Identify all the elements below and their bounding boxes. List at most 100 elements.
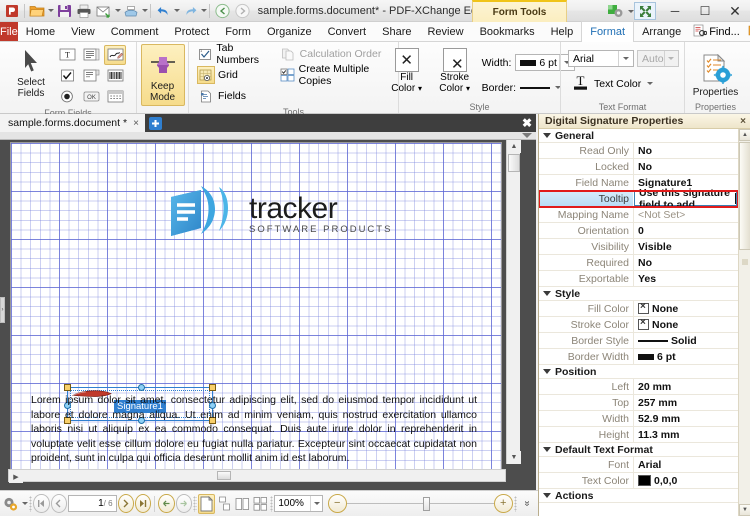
grid-toggle[interactable]: Grid [197, 65, 273, 85]
new-tab-button[interactable] [145, 114, 167, 132]
toolbar-grip-1[interactable] [28, 495, 33, 512]
properties-button[interactable]: Properties [689, 48, 743, 98]
list-box-icon[interactable] [80, 45, 102, 65]
resize-handle-top-center[interactable] [138, 384, 145, 391]
save-icon[interactable] [54, 1, 74, 21]
zoom-level-combo[interactable]: 100% [274, 495, 323, 512]
app-logo-icon[interactable] [2, 1, 22, 21]
property-value-wrap[interactable]: Solid [633, 333, 738, 348]
property-value[interactable]: 11.3 mm [633, 427, 738, 442]
horizontal-scroll-thumb[interactable] [217, 471, 232, 480]
property-row-text-color[interactable]: Text Color 0,0,0 [539, 473, 738, 489]
forward-icon[interactable] [232, 1, 252, 21]
tab-bookmarks[interactable]: Bookmarks [472, 22, 543, 41]
navigate-forward-button[interactable] [175, 494, 193, 513]
calculation-order-toggle[interactable]: Calculation Order [279, 44, 394, 64]
previous-page-button[interactable] [50, 494, 68, 513]
fields-toggle[interactable]: Fields [197, 86, 273, 106]
tab-file[interactable]: File [0, 22, 18, 41]
property-value-wrap[interactable]: None [633, 317, 738, 332]
continuous-page-view-button[interactable] [216, 494, 233, 514]
property-value[interactable]: 52.9 mm [633, 411, 738, 426]
tab-convert[interactable]: Convert [320, 22, 375, 41]
text-color-caret-icon[interactable] [647, 82, 654, 85]
zoom-in-button[interactable]: + [493, 494, 513, 513]
property-row-font[interactable]: Font Arial [539, 457, 738, 473]
navigate-back-button[interactable] [158, 494, 175, 513]
tab-share[interactable]: Share [374, 22, 419, 41]
properties-scroll-up-icon[interactable]: ▲ [739, 129, 750, 141]
document-tab[interactable]: sample.forms.document * × [0, 114, 145, 132]
tab-form[interactable]: Form [217, 22, 259, 41]
tab-protect[interactable]: Protect [166, 22, 217, 41]
property-group-style[interactable]: Style [539, 287, 738, 301]
property-row-width[interactable]: Width 52.9 mm [539, 411, 738, 427]
property-row-orientation[interactable]: Orientation 0 [539, 223, 738, 239]
properties-panel-close-icon[interactable]: × [740, 116, 746, 127]
four-pages-view-button[interactable] [252, 494, 269, 514]
scan-dropdown-caret-icon[interactable] [142, 9, 148, 12]
scroll-right-arrow-icon[interactable]: ▶ [9, 470, 23, 483]
property-value[interactable]: <Not Set> [633, 207, 738, 222]
open-icon[interactable] [27, 1, 47, 21]
font-size-caret-icon[interactable] [663, 51, 676, 66]
scroll-up-arrow-icon[interactable]: ▲ [507, 140, 521, 153]
property-value[interactable]: No [633, 255, 738, 270]
toolbar-grip-4[interactable] [513, 495, 518, 512]
undo-icon[interactable] [153, 1, 173, 21]
zoom-out-button[interactable]: − [327, 494, 347, 513]
scroll-down-arrow-icon[interactable]: ▼ [507, 451, 521, 464]
print-icon[interactable] [74, 1, 94, 21]
property-value[interactable]: 0 [633, 223, 738, 238]
back-icon[interactable] [212, 1, 232, 21]
first-page-button[interactable] [33, 494, 50, 513]
property-row-border-style[interactable]: Border Style Solid [539, 333, 738, 349]
status-settings-button[interactable] [2, 493, 20, 514]
pdf-page[interactable]: tracker SOFTWARE PRODUCTS Signature1 Lor… [10, 142, 502, 472]
toolbar-grip-2[interactable] [193, 495, 197, 512]
property-value-wrap[interactable]: 0,0,0 [633, 473, 738, 488]
text-field-icon[interactable]: T [56, 45, 78, 65]
property-row-height[interactable]: Height 11.3 mm [539, 427, 738, 443]
property-row-fill-color[interactable]: Fill Color None [539, 301, 738, 317]
zoom-slider[interactable]: − + [327, 494, 513, 513]
page-number-input[interactable]: 1 / 6 [68, 495, 117, 512]
tooltip-input[interactable]: Use this signature field to add [634, 187, 737, 211]
property-value-wrap[interactable]: None [633, 301, 738, 316]
next-page-button[interactable] [117, 494, 134, 513]
redo-icon[interactable] [180, 1, 200, 21]
zoom-slider-knob[interactable] [422, 496, 430, 511]
property-value-wrap[interactable]: 6 pt [633, 349, 738, 364]
redo-dropdown-caret-icon[interactable] [201, 9, 207, 12]
left-panel-grip[interactable]: › [0, 296, 5, 323]
email-icon[interactable] [94, 1, 114, 21]
font-size-combo[interactable]: Auto [637, 50, 679, 67]
plugins-icon[interactable] [605, 2, 627, 20]
property-value[interactable]: Arial [633, 457, 738, 472]
create-multiple-copies-toggle[interactable]: Create Multiple Copies [279, 63, 394, 87]
border-style-preview-icon[interactable] [520, 86, 551, 89]
last-page-button[interactable] [135, 494, 152, 513]
vertical-scroll-thumb[interactable] [508, 154, 520, 172]
tab-arrange[interactable]: Arrange [634, 22, 689, 41]
property-group-default-text-format[interactable]: Default Text Format [539, 443, 738, 457]
tab-organize[interactable]: Organize [259, 22, 320, 41]
property-row-read-only[interactable]: Read Only No [539, 143, 738, 159]
properties-scroll-thumb[interactable] [739, 142, 750, 250]
property-group-actions[interactable]: Actions [539, 489, 738, 503]
fill-color-button[interactable]: ✕ Fill Color ▾ [386, 48, 428, 94]
property-value[interactable]: 257 mm [633, 395, 738, 410]
property-group-position[interactable]: Position [539, 365, 738, 379]
check-box-icon[interactable] [56, 66, 78, 86]
single-page-view-button[interactable] [197, 493, 215, 514]
property-row-visibility[interactable]: Visibility Visible [539, 239, 738, 255]
resize-handle-top-left[interactable] [64, 384, 71, 391]
document-vertical-scrollbar[interactable]: ▲ ▼ [506, 140, 521, 464]
property-value[interactable]: 20 mm [633, 379, 738, 394]
scan-icon[interactable] [121, 1, 141, 21]
property-row-tooltip[interactable]: Tooltip Use this signature field to add [539, 187, 738, 211]
barcode-field-icon[interactable] [104, 66, 126, 86]
search-button[interactable]: Search... [744, 24, 750, 40]
fullscreen-icon[interactable] [634, 2, 656, 20]
tab-review[interactable]: Review [419, 22, 471, 41]
